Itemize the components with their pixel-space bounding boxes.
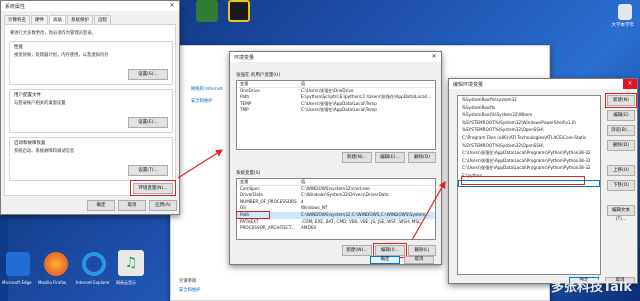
arrow-to-edit-window xyxy=(411,180,446,241)
arrow-to-env-window xyxy=(177,149,224,179)
watermark: 多张科技Talk xyxy=(550,280,632,295)
annotation-arrows xyxy=(177,149,446,241)
